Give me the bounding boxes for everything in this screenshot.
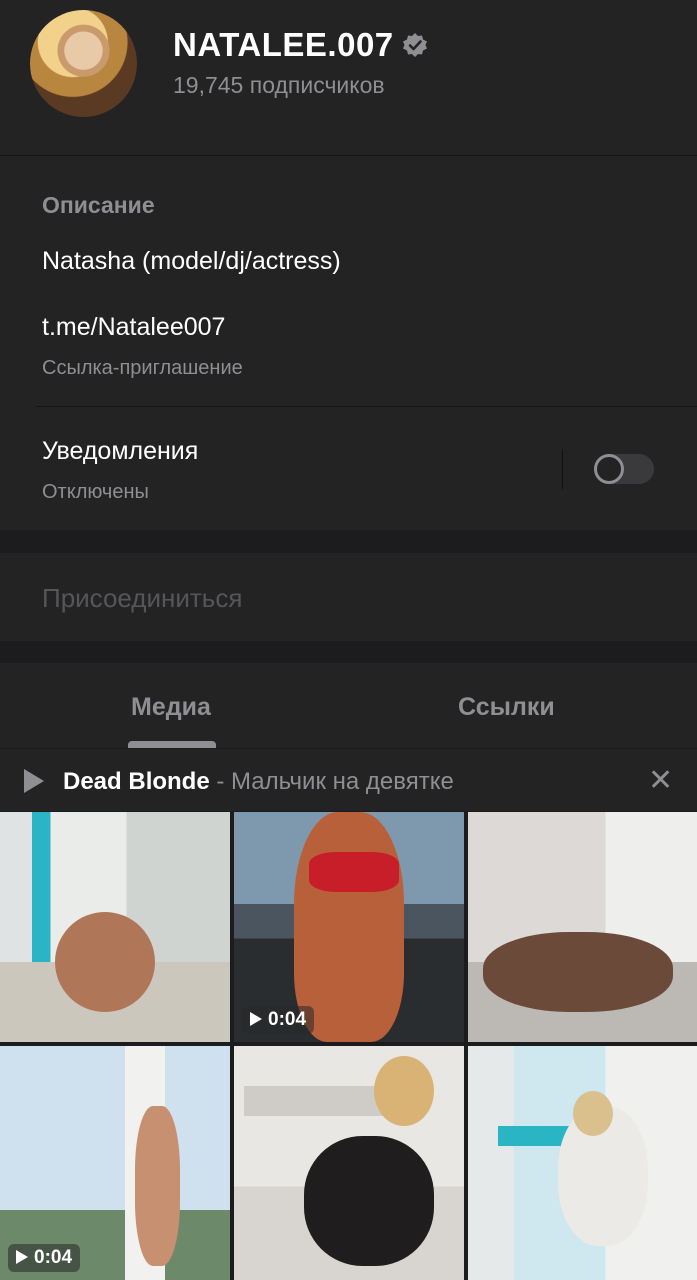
notifications-toggle[interactable]: [594, 454, 654, 484]
channel-name: NATALEE.007: [173, 26, 394, 63]
divider: [36, 406, 697, 407]
invite-link-caption: Ссылка-приглашение: [42, 357, 243, 379]
description-text: Natasha (model/dj/actress): [42, 247, 341, 275]
channel-info-panel: Описание Natasha (model/dj/actress) t.me…: [0, 156, 697, 530]
play-icon: [16, 1250, 28, 1264]
track-separator: -: [209, 768, 232, 795]
notifications-label[interactable]: Уведомления: [42, 437, 198, 466]
media-thumbnail[interactable]: [468, 1046, 697, 1280]
tab-links[interactable]: Ссылки: [458, 693, 555, 722]
media-thumbnail[interactable]: [234, 1046, 464, 1280]
play-icon[interactable]: [24, 769, 44, 793]
video-duration: 0:04: [34, 1247, 73, 1268]
avatar[interactable]: [30, 10, 137, 117]
track-title: Мальчик на девятке: [231, 768, 454, 795]
media-thumbnail[interactable]: 0:04: [234, 812, 464, 1042]
active-tab-indicator: [128, 741, 216, 748]
audio-player-bar[interactable]: Dead Blonde - Мальчик на девятке ✕: [0, 749, 697, 811]
join-button-label: Присоединиться: [42, 583, 243, 613]
subscriber-count: 19,745 подписчиков: [173, 72, 385, 98]
play-icon: [250, 1012, 262, 1026]
toggle-knob: [594, 454, 624, 484]
close-icon[interactable]: ✕: [648, 766, 673, 796]
track-artist: Dead Blonde: [63, 768, 210, 795]
divider: [562, 449, 563, 489]
tab-media[interactable]: Медиа: [131, 693, 211, 722]
video-duration-badge: 0:04: [8, 1244, 81, 1272]
tab-bar: Медиа Ссылки: [0, 663, 697, 748]
media-grid: 0:04 0:04: [0, 811, 697, 1280]
video-duration: 0:04: [268, 1009, 307, 1030]
notifications-status: Отключены: [42, 481, 149, 503]
channel-header: NATALEE.007 19,745 подписчиков: [0, 0, 697, 155]
media-thumbnail[interactable]: [0, 812, 230, 1042]
join-button[interactable]: Присоединиться: [0, 553, 697, 641]
description-label: Описание: [42, 192, 155, 218]
track-info[interactable]: Dead Blonde - Мальчик на девятке: [63, 768, 454, 796]
video-duration-badge: 0:04: [242, 1006, 315, 1034]
verified-icon: [403, 33, 427, 57]
media-thumbnail[interactable]: 0:04: [0, 1046, 230, 1280]
media-thumbnail[interactable]: [468, 812, 697, 1042]
invite-link[interactable]: t.me/Natalee007: [42, 313, 225, 342]
